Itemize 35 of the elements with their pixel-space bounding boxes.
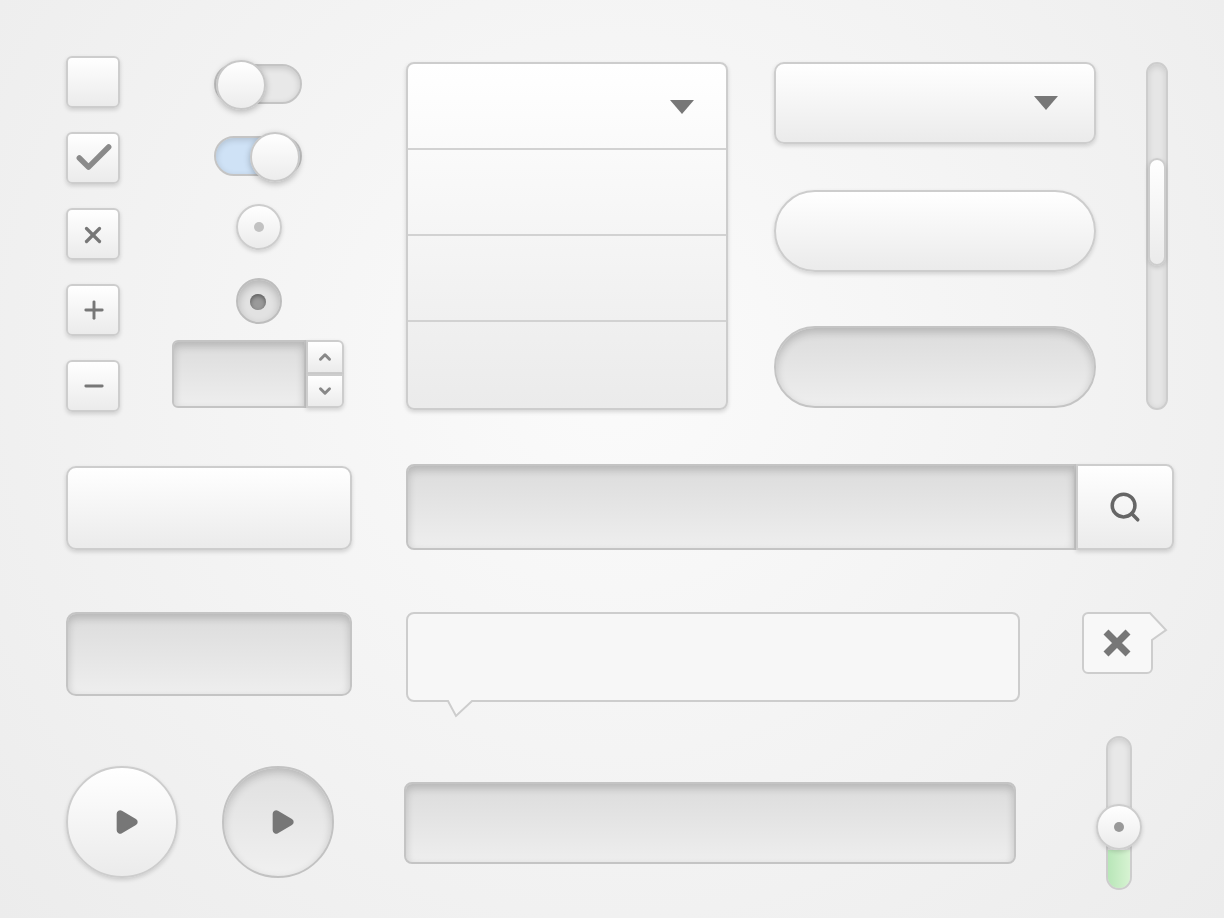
search-button[interactable]	[1076, 464, 1174, 550]
caret-down-icon	[316, 382, 334, 400]
close-tag[interactable]	[1082, 612, 1168, 674]
checkbox[interactable]	[66, 56, 120, 108]
dropdown-arrow-icon	[670, 99, 694, 113]
input-field[interactable]	[404, 782, 1016, 864]
number-field[interactable]	[172, 340, 306, 408]
dropdown[interactable]	[774, 62, 1096, 144]
pill-button[interactable]	[774, 190, 1096, 272]
scroll-thumb[interactable]	[1148, 158, 1166, 266]
radio-button[interactable]	[235, 204, 281, 250]
play-icon	[267, 808, 295, 836]
search-field[interactable]	[406, 464, 1076, 550]
scrollbar[interactable]	[1146, 62, 1168, 410]
plus-icon	[79, 296, 107, 324]
search-icon	[1108, 490, 1142, 524]
toggle-switch[interactable]	[214, 136, 302, 176]
toggle-switch[interactable]	[214, 64, 302, 104]
radio-button[interactable]	[235, 278, 281, 324]
close-button[interactable]	[66, 208, 120, 260]
play-icon	[111, 808, 139, 836]
slider-thumb[interactable]	[1096, 804, 1142, 851]
increment-button[interactable]	[306, 340, 344, 374]
add-button[interactable]	[66, 284, 120, 336]
pill-button[interactable]	[774, 326, 1096, 408]
button[interactable]	[66, 612, 352, 696]
dropdown-arrow-icon	[1034, 96, 1058, 110]
caret-up-icon	[316, 348, 334, 366]
remove-button[interactable]	[66, 360, 120, 412]
dropdown-list[interactable]	[406, 62, 728, 410]
play-button[interactable]	[66, 766, 178, 878]
checkbox[interactable]	[66, 132, 120, 184]
button[interactable]	[66, 465, 352, 549]
close-icon	[80, 221, 106, 247]
decrement-button[interactable]	[306, 374, 344, 408]
